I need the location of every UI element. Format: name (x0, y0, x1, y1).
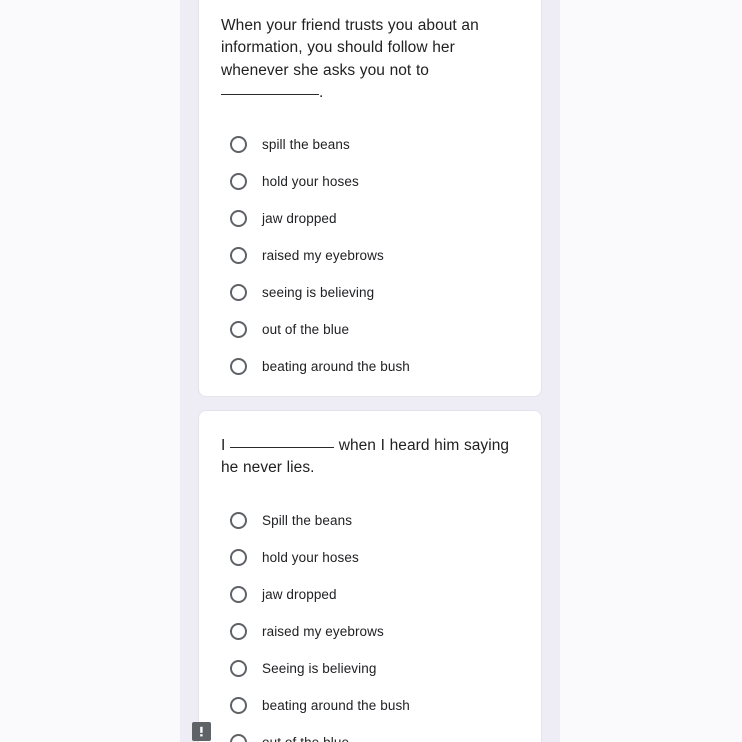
radio-button-icon[interactable] (230, 209, 247, 227)
option-row[interactable]: spill the beans (221, 126, 519, 163)
page-viewport: When your friend trusts you about an inf… (0, 0, 742, 742)
radio-button-icon[interactable] (230, 135, 247, 153)
question-1-line-1: When your friend trusts you about an (221, 17, 479, 34)
option-label: jaw dropped (262, 210, 337, 226)
option-label: jaw dropped (262, 586, 337, 602)
option-row[interactable]: raised my eyebrows (221, 237, 519, 274)
option-label: spill the beans (262, 136, 350, 152)
option-label: Seeing is believing (262, 660, 377, 676)
radio-button-icon[interactable] (230, 622, 247, 640)
question-card-2-body: I when I heard him saying he never lies.… (199, 411, 541, 742)
option-label: raised my eyebrows (262, 623, 384, 639)
radio-button-icon[interactable] (230, 696, 247, 714)
left-gutter (0, 0, 180, 742)
question-1-options: spill the beans hold your hoses jaw drop… (221, 126, 519, 385)
question-2-blank (230, 447, 335, 448)
option-row[interactable]: out of the blue (221, 724, 519, 742)
option-row[interactable]: raised my eyebrows (221, 613, 519, 650)
radio-button-icon[interactable] (230, 172, 247, 190)
option-label: out of the blue (262, 734, 349, 742)
radio-button-icon[interactable] (230, 659, 247, 677)
option-row[interactable]: jaw dropped (221, 200, 519, 237)
question-2-prefix: I (221, 437, 226, 454)
right-gutter (560, 0, 742, 742)
exclamation-icon[interactable] (192, 722, 211, 741)
radio-button-icon[interactable] (230, 357, 247, 375)
radio-button-icon[interactable] (230, 320, 247, 338)
option-label: beating around the bush (262, 358, 410, 374)
question-1-line-2: information, you should follow her (221, 39, 455, 57)
option-label: hold your hoses (262, 549, 359, 565)
question-1-prompt: When your friend trusts you about an inf… (221, 0, 519, 105)
radio-button-icon[interactable] (230, 548, 247, 566)
question-2-prompt: I when I heard him saying he never lies. (221, 411, 519, 480)
question-1-line-3: whenever she asks you not to (221, 61, 429, 79)
radio-button-icon[interactable] (230, 585, 247, 603)
option-row[interactable]: hold your hoses (221, 539, 519, 576)
option-row[interactable]: seeing is believing (221, 274, 519, 311)
option-row[interactable]: Seeing is believing (221, 650, 519, 687)
option-row[interactable]: hold your hoses (221, 163, 519, 200)
radio-button-icon[interactable] (230, 283, 247, 301)
option-row[interactable]: Spill the beans (221, 502, 519, 539)
radio-button-icon[interactable] (230, 511, 247, 529)
option-row[interactable]: out of the blue (221, 311, 519, 348)
question-2-suffix: when I heard him saying he never lies. (221, 437, 510, 477)
option-label: out of the blue (262, 321, 350, 337)
option-label: beating around the bush (262, 697, 410, 713)
question-card-1: When your friend trusts you about an inf… (198, 0, 542, 397)
radio-button-icon[interactable] (230, 246, 247, 264)
option-row[interactable]: beating around the bush (221, 348, 519, 385)
option-label: hold your hoses (262, 173, 359, 189)
option-label: Spill the beans (262, 512, 353, 528)
radio-button-icon[interactable] (230, 733, 247, 742)
option-row[interactable]: jaw dropped (221, 576, 519, 613)
option-label: raised my eyebrows (262, 247, 384, 263)
question-1-period: . (319, 84, 324, 102)
question-2-options: Spill the beans hold your hoses jaw drop… (221, 502, 519, 742)
question-card-2: I when I heard him saying he never lies.… (198, 410, 542, 742)
option-label: seeing is believing (262, 284, 375, 300)
question-card-1-body: When your friend trusts you about an inf… (199, 0, 541, 385)
question-1-blank (221, 94, 319, 96)
option-row[interactable]: beating around the bush (221, 687, 519, 724)
